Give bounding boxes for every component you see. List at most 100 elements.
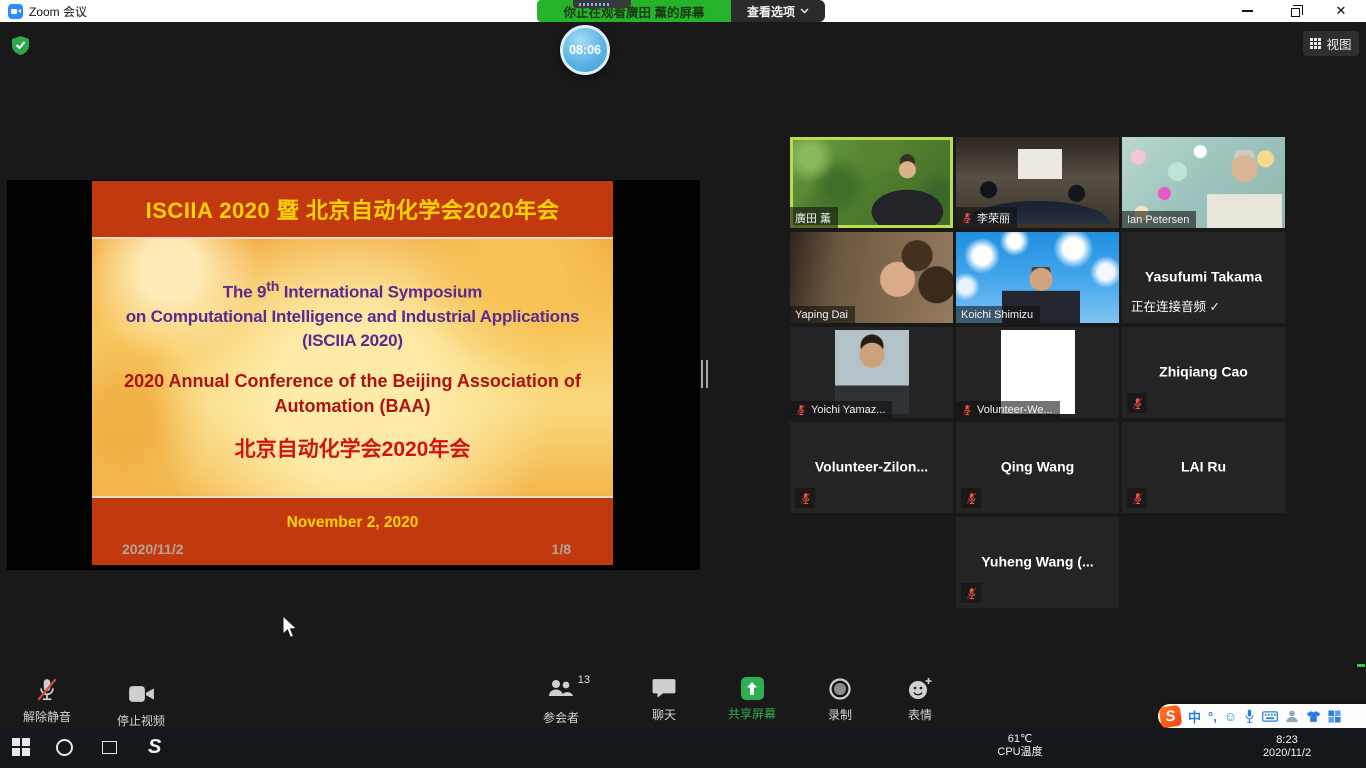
participant-name-centered: Yuheng Wang (... bbox=[963, 553, 1113, 569]
task-view-button[interactable] bbox=[102, 741, 117, 754]
slide-footer: November 2, 2020 2020/11/2 1/8 bbox=[92, 496, 613, 565]
participant-tile[interactable]: 李荣丽 bbox=[956, 137, 1119, 228]
ime-emoji-icon[interactable]: ☺ bbox=[1224, 709, 1237, 724]
security-shield-icon[interactable] bbox=[12, 36, 29, 55]
record-icon bbox=[828, 677, 852, 701]
view-options-button[interactable]: 查看选项 bbox=[731, 0, 825, 22]
grid-view-icon bbox=[1310, 38, 1321, 49]
window-title: Zoom 会议 bbox=[29, 3, 87, 20]
participants-grid: 廣田 薰 李荣丽 Ian Petersen Yaping Dai Koichi … bbox=[790, 137, 1285, 608]
chat-bubble-icon bbox=[652, 677, 676, 701]
s-swirl-app-button[interactable]: S bbox=[148, 736, 161, 759]
chat-button[interactable]: 聊天 bbox=[639, 677, 689, 723]
muted-mic-icon bbox=[795, 488, 815, 508]
ime-toolbar[interactable]: S 中 °, ☺ bbox=[1158, 704, 1366, 728]
slide-conference-cn: 北京自动化学会2020年会 bbox=[92, 419, 613, 463]
panel-splitter-handle[interactable] bbox=[701, 360, 709, 388]
cpu-temp-value: 61℃ bbox=[1008, 733, 1033, 746]
participant-tile[interactable]: Yaping Dai bbox=[790, 232, 953, 323]
ime-keyboard-icon[interactable] bbox=[1262, 711, 1278, 722]
cpu-temp-label: CPU温度 bbox=[997, 746, 1042, 759]
reactions-button[interactable]: 表情 bbox=[894, 677, 946, 723]
ime-skin-icon[interactable] bbox=[1306, 710, 1321, 723]
chevron-down-icon bbox=[800, 8, 809, 14]
restore-button[interactable] bbox=[1276, 0, 1314, 22]
slide-body: The 9th International Symposium on Compu… bbox=[92, 239, 613, 496]
slide-symposium-line1: The 9th International Symposium bbox=[92, 275, 613, 305]
mouse-cursor bbox=[282, 615, 299, 640]
participant-name-centered: Qing Wang bbox=[963, 458, 1113, 474]
s-swirl-icon: S bbox=[148, 736, 161, 759]
participant-tile[interactable]: Yuheng Wang (... bbox=[956, 517, 1119, 608]
view-layout-label: 视图 bbox=[1326, 34, 1351, 53]
participant-tile[interactable]: Ian Petersen bbox=[1122, 137, 1285, 228]
participant-name-label: 李荣丽 bbox=[956, 207, 1017, 228]
sogou-logo-icon[interactable]: S bbox=[1159, 704, 1183, 728]
participants-button[interactable]: 13 参会者 bbox=[527, 677, 595, 726]
participant-name-label: Volunteer-We... bbox=[956, 401, 1060, 418]
view-options-label: 查看选项 bbox=[747, 3, 795, 20]
task-view-icon bbox=[102, 741, 117, 754]
ime-voice-icon[interactable] bbox=[1244, 709, 1255, 724]
participant-name-centered: Zhiqiang Cao bbox=[1129, 363, 1279, 379]
participant-name-label: 廣田 薰 bbox=[790, 207, 838, 228]
zoom-meeting-window: Zoom 会议 你正在观看廣田 薰的屏幕 查看选项 ✕ 08:06 视图 ISC… bbox=[0, 0, 1366, 768]
participant-tile[interactable]: LAI Ru bbox=[1122, 422, 1285, 513]
window-titlebar: Zoom 会议 你正在观看廣田 薰的屏幕 查看选项 ✕ bbox=[0, 0, 1366, 22]
mic-muted-icon bbox=[36, 677, 58, 703]
viewing-screen-banner: 你正在观看廣田 薰的屏幕 bbox=[537, 0, 731, 22]
cpu-temp-tray-item[interactable]: 61℃ CPU温度 bbox=[988, 733, 1052, 759]
smiley-plus-icon bbox=[907, 677, 933, 701]
slide-conference-line1: 2020 Annual Conference of the Beijing As… bbox=[92, 369, 613, 394]
start-button[interactable] bbox=[12, 738, 30, 756]
participant-name-label: Yoichi Yamaz... bbox=[790, 401, 892, 418]
ime-account-icon[interactable] bbox=[1285, 709, 1299, 723]
participant-tile[interactable]: Qing Wang bbox=[956, 422, 1119, 513]
record-label: 录制 bbox=[828, 706, 852, 723]
muted-mic-icon bbox=[795, 404, 807, 416]
share-screen-label: 共享屏幕 bbox=[728, 705, 776, 722]
participant-tile[interactable]: 廣田 薰 bbox=[790, 137, 953, 228]
share-screen-button[interactable]: 共享屏幕 bbox=[723, 677, 781, 722]
ime-punctuation-icon[interactable]: °, bbox=[1208, 709, 1217, 724]
floating-controls-handle[interactable] bbox=[573, 0, 631, 8]
muted-mic-icon bbox=[961, 404, 973, 416]
participant-tile[interactable]: Volunteer-Zilon... bbox=[790, 422, 953, 513]
presentation-slide: ISCIIA 2020 暨 北京自动化学会2020年会 The 9th Inte… bbox=[92, 181, 613, 569]
participants-count-badge: 13 bbox=[578, 674, 590, 686]
participant-tile[interactable]: Yoichi Yamaz... bbox=[790, 327, 953, 418]
meeting-timer[interactable]: 08:06 bbox=[560, 25, 610, 75]
cortana-button[interactable] bbox=[56, 739, 73, 756]
camera-icon bbox=[128, 681, 155, 707]
slide-page-indicator: 1/8 bbox=[552, 541, 571, 557]
stop-video-button[interactable]: 停止视频 bbox=[108, 677, 174, 729]
participant-name-label: Yaping Dai bbox=[790, 306, 855, 323]
reactions-label: 表情 bbox=[908, 706, 932, 723]
minimize-button[interactable] bbox=[1228, 0, 1266, 22]
close-button[interactable]: ✕ bbox=[1322, 0, 1360, 22]
participant-name-centered: Volunteer-Zilon... bbox=[797, 458, 947, 474]
chat-label: 聊天 bbox=[652, 706, 676, 723]
zoom-app-icon bbox=[8, 4, 23, 19]
ime-toolbox-icon[interactable] bbox=[1328, 710, 1341, 723]
participants-label: 参会者 bbox=[543, 709, 579, 726]
unmute-button[interactable]: 解除静音 bbox=[14, 677, 80, 725]
record-button[interactable]: 录制 bbox=[814, 677, 866, 723]
connecting-audio-status: 正在连接音频 ✓ bbox=[1122, 293, 1229, 318]
view-layout-button[interactable]: 视图 bbox=[1303, 31, 1359, 56]
cortana-icon bbox=[56, 739, 73, 756]
tray-date: 2020/11/2 bbox=[1263, 747, 1311, 760]
participant-tile[interactable]: Yasufumi Takama 正在连接音频 ✓ bbox=[1122, 232, 1285, 323]
participant-name-centered: LAI Ru bbox=[1129, 458, 1279, 474]
participant-tile[interactable]: Zhiqiang Cao bbox=[1122, 327, 1285, 418]
participant-tile[interactable]: Koichi Shimizu bbox=[956, 232, 1119, 323]
muted-mic-icon bbox=[961, 583, 981, 603]
participant-tile[interactable]: Volunteer-We... bbox=[956, 327, 1119, 418]
participant-name-centered: Yasufumi Takama bbox=[1129, 268, 1279, 284]
clock-tray-item[interactable]: 8:23 2020/11/2 bbox=[1246, 734, 1328, 760]
slide-date: November 2, 2020 bbox=[92, 498, 613, 532]
ime-mode-icon[interactable]: 中 bbox=[1188, 707, 1201, 726]
slide-symposium-line2: on Computational Intelligence and Indust… bbox=[92, 305, 613, 329]
share-screen-icon bbox=[741, 677, 764, 700]
windows-taskbar: S e 输入你想搜的 搜索一下 Ps e 61℃ CPU温度 + 中 S 8:2… bbox=[0, 728, 1366, 768]
